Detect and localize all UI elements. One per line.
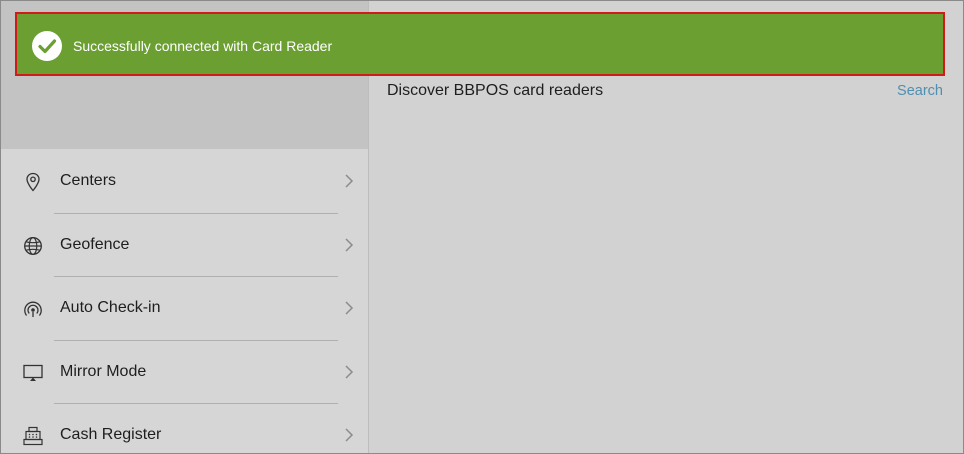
chevron-right-icon	[345, 364, 354, 379]
menu-item-mirror-mode[interactable]: Mirror Mode	[1, 341, 368, 404]
menu-item-auto-check-in[interactable]: Auto Check-in	[1, 277, 368, 341]
settings-menu: Centers Geofence Auto Check-in Mirror Mo…	[1, 150, 368, 453]
app-window: Centers Geofence Auto Check-in Mirror Mo…	[0, 0, 964, 454]
monitor-icon	[23, 363, 43, 383]
menu-item-label: Mirror Mode	[60, 362, 147, 380]
chevron-right-icon	[345, 237, 354, 252]
page-title: Discover BBPOS card readers	[387, 82, 604, 99]
globe-icon	[23, 236, 43, 256]
menu-item-label: Cash Register	[60, 426, 162, 443]
menu-item-cash-register[interactable]: Cash Register	[1, 404, 368, 453]
menu-item-label: Auto Check-in	[60, 299, 161, 316]
location-pin-icon	[23, 172, 43, 192]
toast-message: Successfully connected with Card Reader	[73, 38, 333, 54]
menu-item-centers[interactable]: Centers	[1, 150, 368, 214]
menu-item-geofence[interactable]: Geofence	[1, 214, 368, 277]
menu-item-label: Geofence	[60, 235, 130, 253]
success-toast[interactable]: Successfully connected with Card Reader	[15, 12, 945, 76]
search-button[interactable]: Search	[897, 83, 943, 99]
cash-register-icon	[23, 426, 43, 446]
menu-item-label: Centers	[60, 172, 117, 189]
chevron-right-icon	[345, 428, 354, 442]
chevron-right-icon	[345, 174, 354, 188]
check-circle-icon	[32, 31, 62, 61]
signal-waves-icon	[23, 299, 43, 319]
chevron-right-icon	[345, 301, 354, 315]
